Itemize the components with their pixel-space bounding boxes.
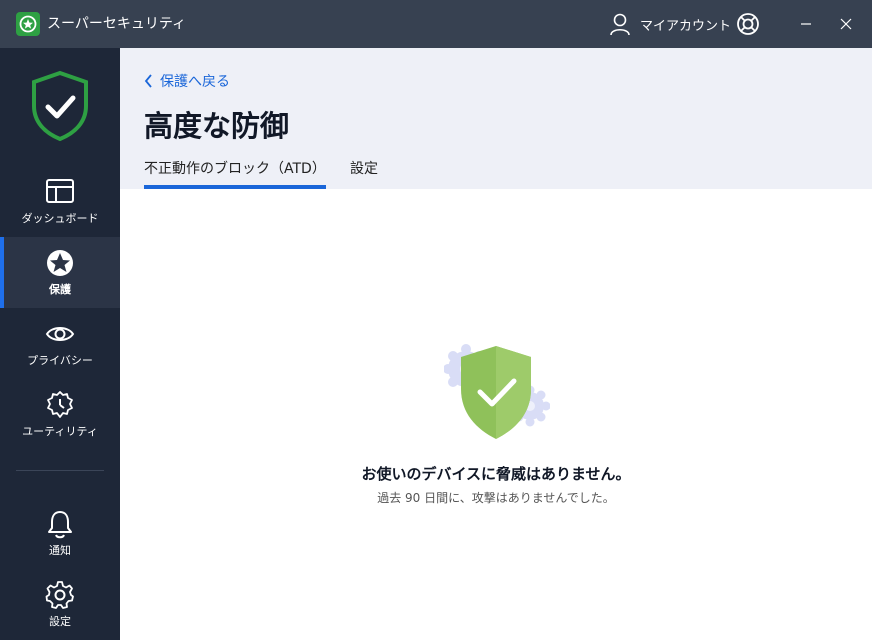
sidebar-item-utility[interactable]: ユーティリティ xyxy=(0,379,120,450)
sidebar-item-dashboard[interactable]: ダッシュボード xyxy=(0,166,120,237)
empty-state-title: お使いのデバイスに脅威はありません。 xyxy=(361,465,631,483)
my-account-label: マイアカウント xyxy=(640,18,732,34)
status-shield-icon xyxy=(31,70,89,146)
protection-icon xyxy=(44,247,76,279)
dashboard-icon xyxy=(44,176,76,208)
bell-icon xyxy=(44,508,76,540)
minimize-button[interactable] xyxy=(795,13,817,35)
sidebar: ダッシュボード 保護 プライバシー ユーティリティ 通知 設定 xyxy=(0,48,120,640)
page-title: 高度な防御 xyxy=(144,109,290,143)
sidebar-item-settings[interactable]: 設定 xyxy=(0,569,120,640)
title-bar: スーパーセキュリティ マイアカウント xyxy=(0,0,872,48)
my-account-button[interactable]: マイアカウント xyxy=(609,12,731,36)
eye-icon xyxy=(44,318,76,350)
utility-icon xyxy=(44,389,76,421)
sidebar-item-notifications[interactable]: 通知 xyxy=(0,498,120,569)
back-link-label: 保護へ戻る xyxy=(160,74,230,90)
main-content: お使いのデバイスに脅威はありません。 過去 90 日間に、攻撃はありませんでした… xyxy=(120,189,872,640)
sidebar-item-protection[interactable]: 保護 xyxy=(0,237,120,308)
chevron-left-icon xyxy=(144,74,152,88)
back-to-protection-link[interactable]: 保護へ戻る xyxy=(144,71,230,91)
sidebar-item-label: 設定 xyxy=(49,615,71,628)
empty-state-subtitle: 過去 90 日間に、攻撃はありませんでした。 xyxy=(377,491,615,505)
user-icon xyxy=(610,13,630,36)
gear-icon xyxy=(44,579,76,611)
sidebar-item-privacy[interactable]: プライバシー xyxy=(0,308,120,379)
app-title: スーパーセキュリティ xyxy=(47,16,187,32)
sidebar-item-label: ユーティリティ xyxy=(22,425,98,438)
sidebar-item-label: 通知 xyxy=(49,544,71,557)
support-lifebuoy-icon[interactable] xyxy=(736,12,760,36)
sidebar-item-label: 保護 xyxy=(49,283,71,296)
page-header: 保護へ戻る 高度な防御 不正動作のブロック（ATD） 設定 xyxy=(120,48,872,189)
shield-check-illustration-icon xyxy=(443,339,551,441)
app-logo-icon xyxy=(16,12,40,36)
sidebar-item-label: ダッシュボード xyxy=(21,212,99,225)
tab-settings[interactable]: 設定 xyxy=(350,158,378,178)
sidebar-item-label: プライバシー xyxy=(27,354,93,367)
sidebar-divider xyxy=(16,470,104,471)
close-button[interactable] xyxy=(835,13,857,35)
tab-atd[interactable]: 不正動作のブロック（ATD） xyxy=(144,158,326,178)
